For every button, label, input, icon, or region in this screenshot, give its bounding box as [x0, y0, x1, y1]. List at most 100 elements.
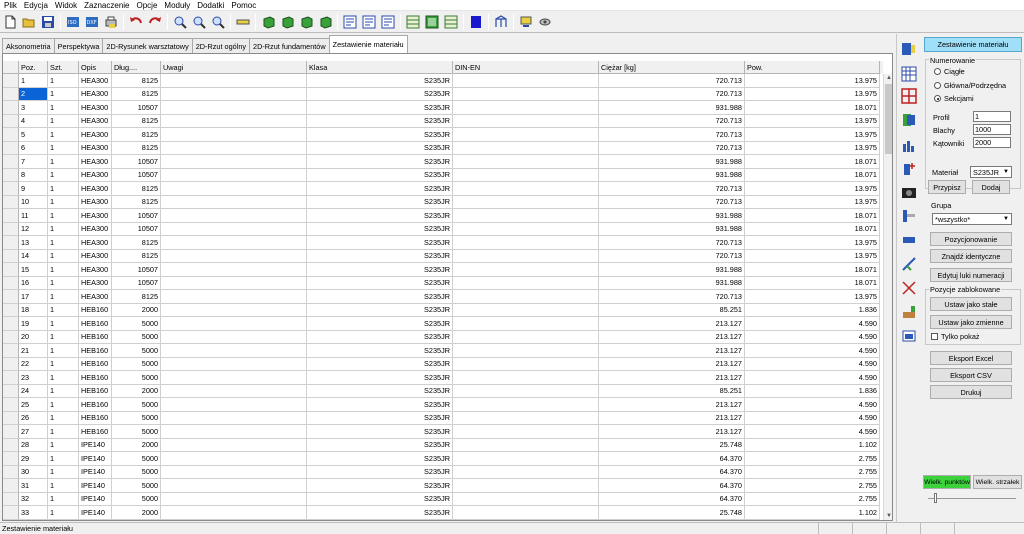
column-header[interactable]: Poz. [19, 61, 48, 74]
table-row[interactable]: 30 1 IPE140 5000 S235JR 64.370 2.755 [3, 465, 883, 479]
table-row[interactable]: 13 1 HEA300 8125 S235JR 720.713 13.975 [3, 236, 883, 250]
table-cell[interactable]: 13.975 [745, 182, 880, 196]
table-cell[interactable]: 1 [48, 101, 79, 115]
row-header[interactable] [3, 249, 19, 263]
table-cell[interactable]: S235JR [307, 330, 453, 344]
tab-aksonometria[interactable]: Aksonometria [2, 38, 55, 53]
scroll-thumb[interactable] [885, 84, 892, 154]
row-header[interactable] [3, 290, 19, 304]
table-cell[interactable]: S235JR [307, 479, 453, 493]
table-cell[interactable]: S235JR [307, 425, 453, 439]
column-header[interactable]: Szt. [48, 61, 79, 74]
table-row[interactable]: 6 1 HEA300 8125 S235JR 720.713 13.975 [3, 141, 883, 155]
radio-sections[interactable] [934, 95, 941, 102]
table-cell[interactable] [161, 101, 307, 115]
table-row[interactable]: 5 1 HEA300 8125 S235JR 720.713 13.975 [3, 128, 883, 142]
table-cell[interactable]: 931.988 [599, 263, 745, 277]
table-cell[interactable]: S235JR [307, 195, 453, 209]
vertical-scrollbar[interactable]: ▲ ▼ [883, 74, 892, 520]
layout-detail-icon[interactable] [443, 14, 459, 30]
table-cell[interactable] [453, 195, 599, 209]
table-cell[interactable]: 10507 [112, 222, 161, 236]
table-cell[interactable]: S235JR [307, 384, 453, 398]
table-cell[interactable] [453, 114, 599, 128]
camera-icon[interactable] [901, 184, 917, 200]
row-header[interactable] [3, 87, 19, 101]
menu-edycja[interactable]: Edycja [24, 1, 48, 10]
print-icon[interactable] [103, 14, 119, 30]
menu-zaznaczenie[interactable]: Zaznaczenie [84, 1, 129, 10]
table-cell[interactable]: HEB160 [79, 411, 112, 425]
table-cell[interactable]: 720.713 [599, 114, 745, 128]
table-cell[interactable]: 5000 [112, 344, 161, 358]
undo-icon[interactable] [128, 14, 144, 30]
table-row[interactable]: 11 1 HEA300 10507 S235JR 931.988 18.071 [3, 209, 883, 223]
row-header[interactable] [3, 398, 19, 412]
table-cell[interactable]: 720.713 [599, 195, 745, 209]
export-csv-button[interactable]: Eksport CSV [930, 368, 1012, 382]
table-row[interactable]: 31 1 IPE140 5000 S235JR 64.370 2.755 [3, 479, 883, 493]
zoom-window-icon[interactable] [210, 14, 226, 30]
row-header[interactable] [3, 101, 19, 115]
row-header[interactable] [3, 317, 19, 331]
table-cell[interactable]: 25.748 [599, 438, 745, 452]
table-cell[interactable]: 4 [19, 114, 48, 128]
panel-title-button[interactable]: Zestawienie materiału [924, 37, 1022, 52]
table-cell[interactable]: 5000 [112, 411, 161, 425]
table-cell[interactable]: 64.370 [599, 479, 745, 493]
table-cell[interactable]: 18 [19, 303, 48, 317]
edit-numbering-gaps-button[interactable]: Edytuj luki numeracji [930, 268, 1012, 282]
row-header[interactable] [3, 168, 19, 182]
table-cell[interactable]: 1 [48, 371, 79, 385]
table-cell[interactable]: S235JR [307, 101, 453, 115]
table-cell[interactable]: 30 [19, 465, 48, 479]
group-select[interactable]: *wszystko* ▼ [932, 213, 1012, 225]
table-cell[interactable]: HEB160 [79, 425, 112, 439]
table-cell[interactable]: HEA300 [79, 87, 112, 101]
table-cell[interactable]: 10507 [112, 101, 161, 115]
zoom-out-icon[interactable] [191, 14, 207, 30]
table-cell[interactable]: 5000 [112, 479, 161, 493]
table-row[interactable]: 12 1 HEA300 10507 S235JR 931.988 18.071 [3, 222, 883, 236]
table-row[interactable]: 25 1 HEB160 5000 S235JR 213.127 4.590 [3, 398, 883, 412]
size-slider-track[interactable] [928, 498, 1016, 499]
table-cell[interactable]: IPE140 [79, 506, 112, 520]
table-cell[interactable]: HEA300 [79, 155, 112, 169]
table-cell[interactable]: 5000 [112, 452, 161, 466]
cube-side-icon[interactable] [279, 14, 295, 30]
table-cell[interactable] [453, 303, 599, 317]
cube-top-icon[interactable] [298, 14, 314, 30]
numbering-b-icon[interactable] [361, 14, 377, 30]
table-cell[interactable] [161, 317, 307, 331]
table-cell[interactable] [161, 209, 307, 223]
row-header[interactable] [3, 236, 19, 250]
copy-element-icon[interactable] [901, 112, 917, 128]
grid-view-icon[interactable] [901, 66, 917, 82]
find-identical-button[interactable]: Znajdź identyczne [930, 249, 1012, 263]
table-cell[interactable] [453, 317, 599, 331]
table-cell[interactable] [161, 182, 307, 196]
table-cell[interactable]: 1 [19, 74, 48, 88]
table-cell[interactable]: 17 [19, 290, 48, 304]
table-cell[interactable]: 1 [48, 195, 79, 209]
component-icon[interactable] [901, 304, 917, 320]
table-cell[interactable]: 213.127 [599, 411, 745, 425]
profile-input[interactable]: 1 [973, 111, 1011, 122]
camera-icon[interactable] [537, 14, 553, 30]
point-size-button[interactable]: Wielk. punktów [923, 475, 971, 489]
isometric-view-icon[interactable]: ISO [65, 14, 81, 30]
menu-plik[interactable]: Plik [4, 1, 17, 10]
table-cell[interactable]: HEA300 [79, 182, 112, 196]
table-cell[interactable]: 25.748 [599, 506, 745, 520]
table-cell[interactable]: IPE140 [79, 479, 112, 493]
table-cell[interactable]: 10507 [112, 263, 161, 277]
table-row[interactable]: 32 1 IPE140 5000 S235JR 64.370 2.755 [3, 492, 883, 506]
table-cell[interactable]: IPE140 [79, 438, 112, 452]
table-cell[interactable]: IPE140 [79, 452, 112, 466]
table-cell[interactable] [161, 398, 307, 412]
table-cell[interactable]: 13.975 [745, 236, 880, 250]
plates-input[interactable]: 1000 [973, 124, 1011, 135]
table-cell[interactable]: 1 [48, 87, 79, 101]
table-cell[interactable]: 31 [19, 479, 48, 493]
table-cell[interactable]: 5000 [112, 371, 161, 385]
